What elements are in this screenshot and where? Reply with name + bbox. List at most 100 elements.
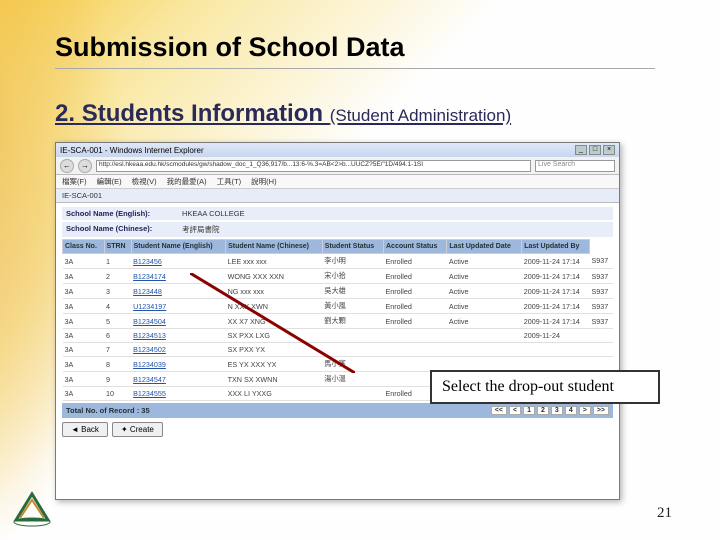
section-number: 2. [55,100,75,127]
callout-pointer-line [190,273,355,373]
cell-status [384,329,447,343]
col-name-ch[interactable]: Student Name (Chinese) [226,240,323,254]
pager-next[interactable]: > [579,406,591,415]
table-header-row: Class No. STRN Student Name (English) St… [63,240,614,254]
cell-class: 3A [63,329,105,343]
cell-name-en: XXX LI YXXG [226,387,323,401]
cell-date: 2009-11-24 17:14 [522,254,590,269]
cell-no: 5 [104,314,131,329]
cell-date: 2009-11-24 17:14 [522,314,590,329]
cell-no: 2 [104,269,131,284]
cell-date: 2009-11-24 17:14 [522,269,590,284]
cell-class: 3A [63,343,105,357]
cell-class: 3A [63,314,105,329]
school-en-label: School Name (English): [66,209,176,218]
forward-icon[interactable]: → [78,159,92,173]
cell-name-ch: 李小明 [322,254,383,269]
col-by[interactable]: Last Updated By [522,240,590,254]
menu-item[interactable]: 說明(H) [251,176,276,187]
section-title: 2. Students Information (Student Adminis… [55,100,511,128]
pager-prev[interactable]: < [509,406,521,415]
cell-class: 3A [63,299,105,314]
cell-name-en: TXN SX XWNN [226,372,323,387]
minimize-button[interactable]: _ [575,145,587,155]
cell-status: Enrolled [384,284,447,299]
cell-acct [447,343,522,357]
cell-class: 3A [63,284,105,299]
section-subtitle: (Student Administration) [330,106,511,125]
search-input[interactable]: Live Search [535,160,615,172]
table-row[interactable]: 3A1B123456LEE xxx xxx李小明EnrolledActive20… [63,254,614,269]
pager: << < 1 2 3 4 > >> [491,406,609,415]
cell-acct: Active [447,314,522,329]
cell-status: Enrolled [384,254,447,269]
cell-no: 4 [104,299,131,314]
school-name-en-row: School Name (English): HKEAA COLLEGE [62,207,613,220]
cell-no: 3 [104,284,131,299]
callout-text: Select the drop-out student [442,378,614,395]
cell-class: 3A [63,387,105,401]
menu-item[interactable]: 檢視(V) [132,176,157,187]
cell-name-en: LEE xxx xxx [226,254,323,269]
window-titlebar: IE-SCA-001 - Windows Internet Explorer _… [56,143,619,157]
cell-by [590,329,613,343]
cell-acct: Active [447,284,522,299]
col-date[interactable]: Last Updated Date [447,240,522,254]
maximize-button[interactable]: □ [589,145,601,155]
menu-bar: 檔案(F) 編輯(E) 檢視(V) 我的最愛(A) 工具(T) 說明(H) [56,175,619,189]
col-class[interactable]: Class No. [63,240,105,254]
cell-no: 9 [104,372,131,387]
cell-strn-link[interactable]: B123456 [131,254,225,269]
cell-by: S937 [590,254,613,269]
create-button[interactable]: ✦ Create [112,422,163,437]
pager-4[interactable]: 4 [565,406,577,415]
hkeaa-logo-icon [10,488,54,528]
col-acct[interactable]: Account Status [384,240,447,254]
cell-name-ch [322,387,383,401]
cell-strn-link[interactable]: B1234547 [131,372,225,387]
browser-toolbar: ← → http://esl.hkeaa.edu.hk/scmodules/gw… [56,157,619,175]
cell-strn-link[interactable]: B1234555 [131,387,225,401]
back-button[interactable]: ◄ Back [62,422,108,437]
window-title: IE-SCA-001 - Windows Internet Explorer [60,146,204,155]
cell-by: S937 [590,284,613,299]
menu-item[interactable]: 編輯(E) [97,176,122,187]
menu-item[interactable]: 工具(T) [217,176,242,187]
menu-item[interactable]: 我的最愛(A) [167,176,207,187]
cell-by: S937 [590,314,613,329]
cell-name-ch: 湯小溫 [322,372,383,387]
address-bar[interactable]: http://esl.hkeaa.edu.hk/scmodules/gw/sha… [96,160,531,172]
back-icon[interactable]: ← [60,159,74,173]
total-label: Total No. of Record : 35 [66,406,150,415]
section-name: Students Information [82,100,323,127]
pager-3[interactable]: 3 [551,406,563,415]
action-buttons: ◄ Back ✦ Create [62,422,613,437]
cell-status: Enrolled [384,299,447,314]
cell-acct: Active [447,254,522,269]
col-strn[interactable]: STRN [104,240,131,254]
pager-1[interactable]: 1 [523,406,535,415]
cell-class: 3A [63,372,105,387]
pager-first[interactable]: << [491,406,507,415]
col-name-en[interactable]: Student Name (English) [131,240,225,254]
col-status[interactable]: Student Status [322,240,383,254]
pager-last[interactable]: >> [593,406,609,415]
cell-by: S937 [590,299,613,314]
browser-tab[interactable]: IE-SCA-001 [62,191,102,200]
cell-no: 8 [104,357,131,372]
pager-2[interactable]: 2 [537,406,549,415]
menu-item[interactable]: 檔案(F) [62,176,87,187]
cell-no: 6 [104,329,131,343]
close-button[interactable]: × [603,145,615,155]
school-ch-value: 考評局書院 [182,224,220,235]
cell-date: 2009-11-24 17:14 [522,299,590,314]
cell-no: 7 [104,343,131,357]
page-number: 21 [657,505,672,522]
callout-box: Select the drop-out student [430,370,660,404]
school-en-value: HKEAA COLLEGE [182,209,245,218]
cell-acct [447,329,522,343]
cell-status: Enrolled [384,314,447,329]
tab-bar: IE-SCA-001 [56,189,619,203]
cell-status: Enrolled [384,269,447,284]
cell-date [522,343,590,357]
